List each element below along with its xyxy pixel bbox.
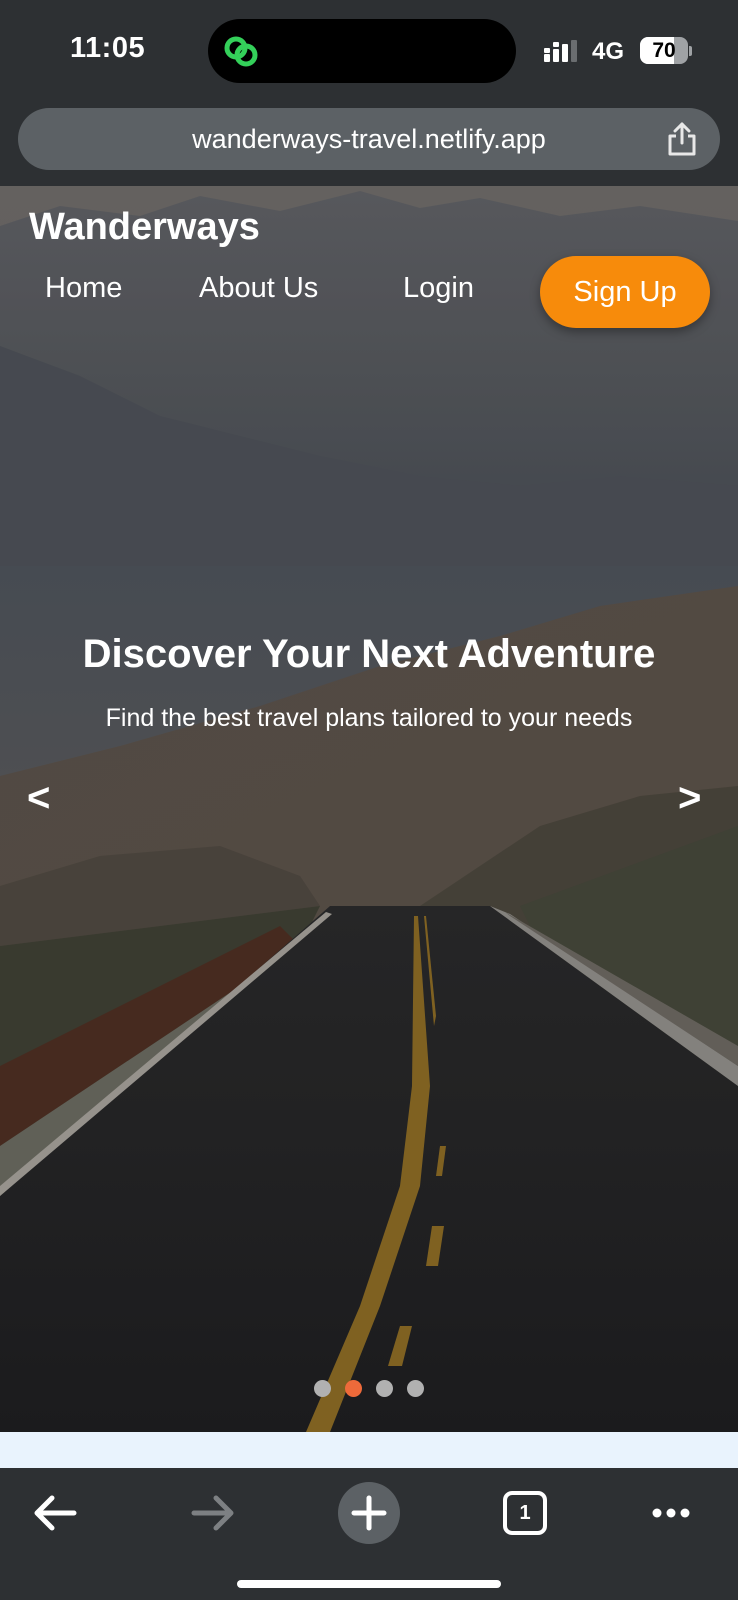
carousel-dot-4[interactable] xyxy=(407,1380,424,1397)
signal-icon xyxy=(544,40,577,62)
dynamic-island xyxy=(208,19,516,83)
carousel-dot-1[interactable] xyxy=(314,1380,331,1397)
home-indicator[interactable] xyxy=(237,1580,501,1588)
status-bar: 11:05 4G 70 xyxy=(0,0,738,100)
tab-count: 1 xyxy=(519,1502,531,1524)
status-time: 11:05 xyxy=(70,32,146,64)
sign-up-button[interactable]: Sign Up xyxy=(540,256,710,328)
nav-login[interactable]: Login xyxy=(403,272,474,305)
more-dots-icon[interactable] xyxy=(636,1478,706,1548)
carousel-dot-2[interactable] xyxy=(345,1380,362,1397)
hero-subtitle: Find the best travel plans tailored to y… xyxy=(105,704,633,732)
forward-arrow-icon[interactable] xyxy=(178,1478,248,1548)
battery-icon: 70 xyxy=(640,37,692,64)
address-bar[interactable]: wanderways-travel.netlify.app xyxy=(18,108,720,170)
carousel-prev-button[interactable]: < xyxy=(27,776,50,821)
carousel-next-button[interactable]: > xyxy=(678,776,701,821)
content-section-edge xyxy=(0,1432,738,1468)
url-text[interactable]: wanderways-travel.netlify.app xyxy=(18,108,720,170)
desert-road-photo xyxy=(0,186,738,1432)
brand-logo[interactable]: Wanderways xyxy=(29,206,260,249)
nav-about-us[interactable]: About Us xyxy=(199,272,318,305)
tabs-count-icon[interactable]: 1 xyxy=(490,1478,560,1548)
back-arrow-icon[interactable] xyxy=(20,1478,90,1548)
hero-title: Discover Your Next Adventure xyxy=(82,632,656,676)
new-tab-plus-icon[interactable] xyxy=(334,1478,404,1548)
battery-level: 70 xyxy=(652,39,676,62)
hero-carousel: Wanderways Home About Us Login Sign Up D… xyxy=(0,186,738,1432)
carousel-dot-3[interactable] xyxy=(376,1380,393,1397)
network-type: 4G xyxy=(592,38,625,65)
nav-home[interactable]: Home xyxy=(45,272,122,305)
share-icon[interactable] xyxy=(666,122,698,156)
link-rings-icon xyxy=(224,36,258,67)
